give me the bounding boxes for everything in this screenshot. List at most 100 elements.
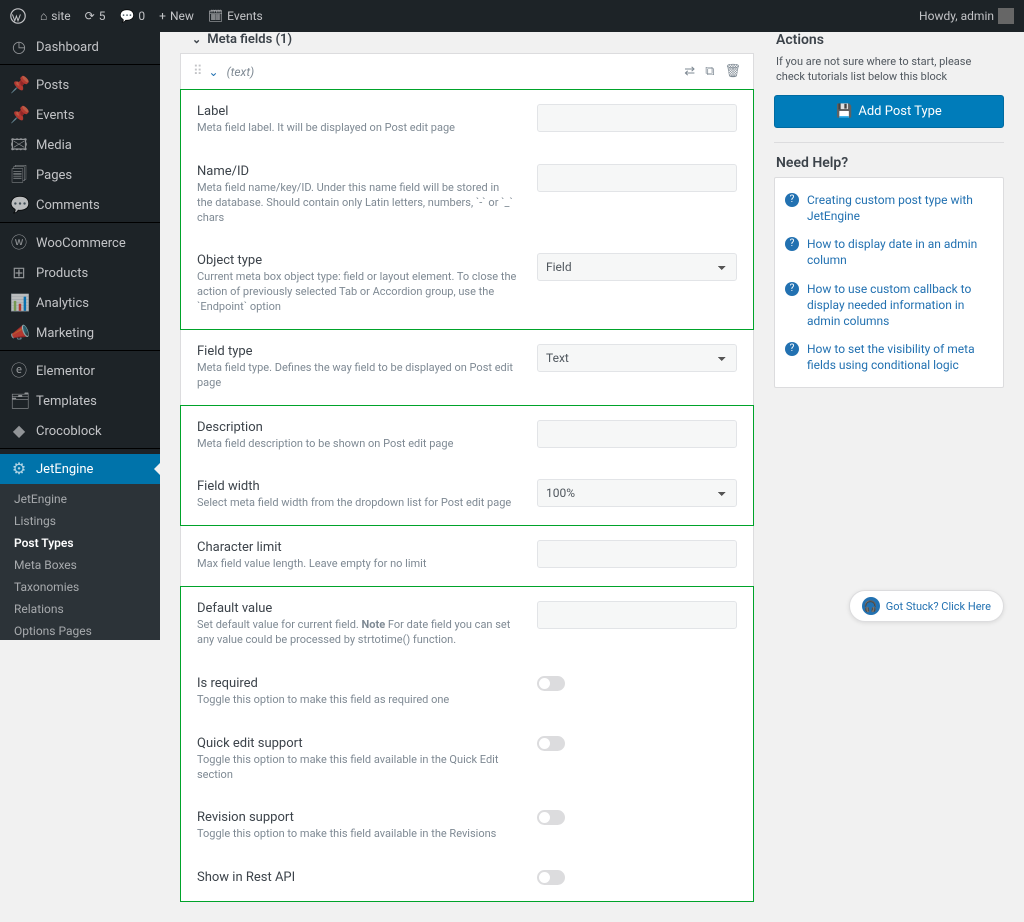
panel-title[interactable]: ⌄Meta fields (1)	[180, 32, 754, 53]
comment-icon: 💬	[119, 9, 134, 23]
comments-bar[interactable]: 💬0	[119, 9, 145, 23]
field-group-charlimit: Character limit Max field value length. L…	[180, 526, 754, 587]
quickedit-toggle[interactable]	[537, 736, 565, 751]
menu-jetengine[interactable]: ⚙JetEngine	[0, 454, 160, 484]
marketing-icon: 📣	[10, 325, 28, 341]
elementor-icon: ⓔ	[10, 363, 28, 379]
question-icon: ?	[785, 282, 799, 296]
wp-logo[interactable]	[10, 8, 26, 24]
field-type-badge: (text)	[227, 65, 255, 79]
charlimit-title: Character limit	[197, 540, 517, 555]
help-link[interactable]: ?How to set the visibility of meta field…	[785, 335, 993, 379]
fieldtype-select[interactable]: Text	[537, 344, 737, 372]
fieldtype-title: Field type	[197, 344, 517, 359]
menu-templates[interactable]: 🗂Templates	[0, 386, 160, 416]
add-post-type-button[interactable]: 💾Add Post Type	[774, 95, 1004, 128]
menu-products[interactable]: ⊞Products	[0, 258, 160, 288]
fieldwidth-select[interactable]: 100%	[537, 479, 737, 507]
menu-events[interactable]: 📌Events	[0, 100, 160, 130]
quickedit-title: Quick edit support	[197, 736, 517, 751]
submenu-listings[interactable]: Listings	[0, 510, 160, 532]
menu-elementor[interactable]: ⓔElementor	[0, 356, 160, 386]
description-input[interactable]	[537, 420, 737, 448]
floating-help-button[interactable]: 🎧 Got Stuck? Click Here	[849, 590, 1004, 622]
pin-icon: 📌	[10, 107, 28, 123]
question-icon: ?	[785, 342, 799, 356]
actions-heading: Actions	[774, 32, 1004, 48]
shuffle-icon[interactable]: ⇄	[684, 64, 695, 79]
chevron-down-icon: ⌄	[192, 33, 201, 46]
revision-title: Revision support	[197, 810, 517, 825]
copy-icon[interactable]: ⧉	[705, 64, 714, 79]
question-icon: ?	[785, 237, 799, 251]
pin-icon: 📌	[10, 77, 28, 93]
page-icon: 🗐	[10, 167, 28, 183]
trash-icon[interactable]: 🗑	[724, 64, 741, 79]
label-title: Label	[197, 104, 517, 119]
submenu-taxonomies[interactable]: Taxonomies	[0, 576, 160, 598]
submenu-jetengine[interactable]: JetEngine	[0, 488, 160, 510]
revision-desc: Toggle this option to make this field av…	[197, 827, 517, 842]
save-icon: 💾	[836, 104, 852, 119]
objecttype-select[interactable]: Field	[537, 253, 737, 281]
defaultvalue-input[interactable]	[537, 601, 737, 629]
need-help-heading: Need Help?	[774, 155, 1004, 171]
menu-posts[interactable]: 📌Posts	[0, 70, 160, 100]
menu-analytics[interactable]: 📊Analytics	[0, 288, 160, 318]
drag-icon[interactable]: ⠿	[193, 64, 201, 79]
dashboard-icon: ◷	[10, 39, 28, 55]
description-desc: Meta field description to be shown on Po…	[197, 437, 517, 452]
chevron-down-icon[interactable]: ⌄	[209, 65, 219, 79]
description-title: Description	[197, 420, 517, 435]
submenu-relations[interactable]: Relations	[0, 598, 160, 620]
help-link[interactable]: ?How to use custom callback to display n…	[785, 275, 993, 336]
templates-icon: 🗂	[10, 393, 28, 409]
analytics-icon: 📊	[10, 295, 28, 311]
jetengine-icon: ⚙	[10, 461, 28, 477]
submenu-post-types[interactable]: Post Types	[0, 532, 160, 554]
events-bar[interactable]: 🗓Events	[208, 9, 263, 23]
menu-comments[interactable]: 💬Comments	[0, 190, 160, 220]
revision-toggle[interactable]	[537, 810, 565, 825]
menu-marketing[interactable]: 📣Marketing	[0, 318, 160, 348]
headset-icon: 🎧	[862, 597, 880, 615]
label-input[interactable]	[537, 104, 737, 132]
restapi-toggle[interactable]	[537, 870, 565, 885]
admin-bar: ⌂site ⟳5 💬0 +New 🗓Events Howdy, admin	[0, 0, 1024, 32]
question-icon: ?	[785, 193, 799, 207]
submenu-options-pages[interactable]: Options Pages	[0, 620, 160, 640]
fieldwidth-desc: Select meta field width from the dropdow…	[197, 496, 517, 511]
crocoblock-icon: ◆	[10, 423, 28, 439]
submenu-meta-boxes[interactable]: Meta Boxes	[0, 554, 160, 576]
menu-media[interactable]: 🖾Media	[0, 130, 160, 160]
nameid-input[interactable]	[537, 164, 737, 192]
woo-icon: ⓦ	[10, 235, 28, 251]
fieldwidth-title: Field width	[197, 479, 517, 494]
help-link[interactable]: ?How to display date in an admin column	[785, 230, 993, 274]
defaultvalue-desc: Set default value for current field. Not…	[197, 618, 517, 648]
avatar	[998, 8, 1014, 24]
objecttype-title: Object type	[197, 253, 517, 268]
fieldtype-desc: Meta field type. Defines the way field t…	[197, 361, 517, 391]
charlimit-input[interactable]	[537, 540, 737, 568]
defaultvalue-title: Default value	[197, 601, 517, 616]
field-header[interactable]: ⠿ ⌄ (text) ⇄ ⧉ 🗑	[180, 53, 754, 90]
charlimit-desc: Max field value length. Leave empty for …	[197, 557, 517, 572]
updates[interactable]: ⟳5	[85, 9, 106, 23]
menu-crocoblock[interactable]: ◆Crocoblock	[0, 416, 160, 446]
field-group-advanced: Default value Set default value for curre…	[180, 586, 754, 902]
menu-woocommerce[interactable]: ⓦWooCommerce	[0, 228, 160, 258]
field-group-type: Field type Meta field type. Defines the w…	[180, 330, 754, 406]
calendar-icon: 🗓	[208, 9, 223, 23]
site-home[interactable]: ⌂site	[40, 9, 71, 23]
help-link[interactable]: ?Creating custom post type with JetEngin…	[785, 186, 993, 230]
nameid-desc: Meta field name/key/ID. Under this name …	[197, 181, 517, 226]
howdy[interactable]: Howdy, admin	[919, 8, 1014, 24]
new-content[interactable]: +New	[159, 9, 194, 23]
isrequired-title: Is required	[197, 676, 517, 691]
menu-dashboard[interactable]: ◷Dashboard	[0, 32, 160, 62]
isrequired-toggle[interactable]	[537, 676, 565, 691]
field-group-desc: Description Meta field description to be …	[180, 405, 754, 527]
products-icon: ⊞	[10, 265, 28, 281]
menu-pages[interactable]: 🗐Pages	[0, 160, 160, 190]
